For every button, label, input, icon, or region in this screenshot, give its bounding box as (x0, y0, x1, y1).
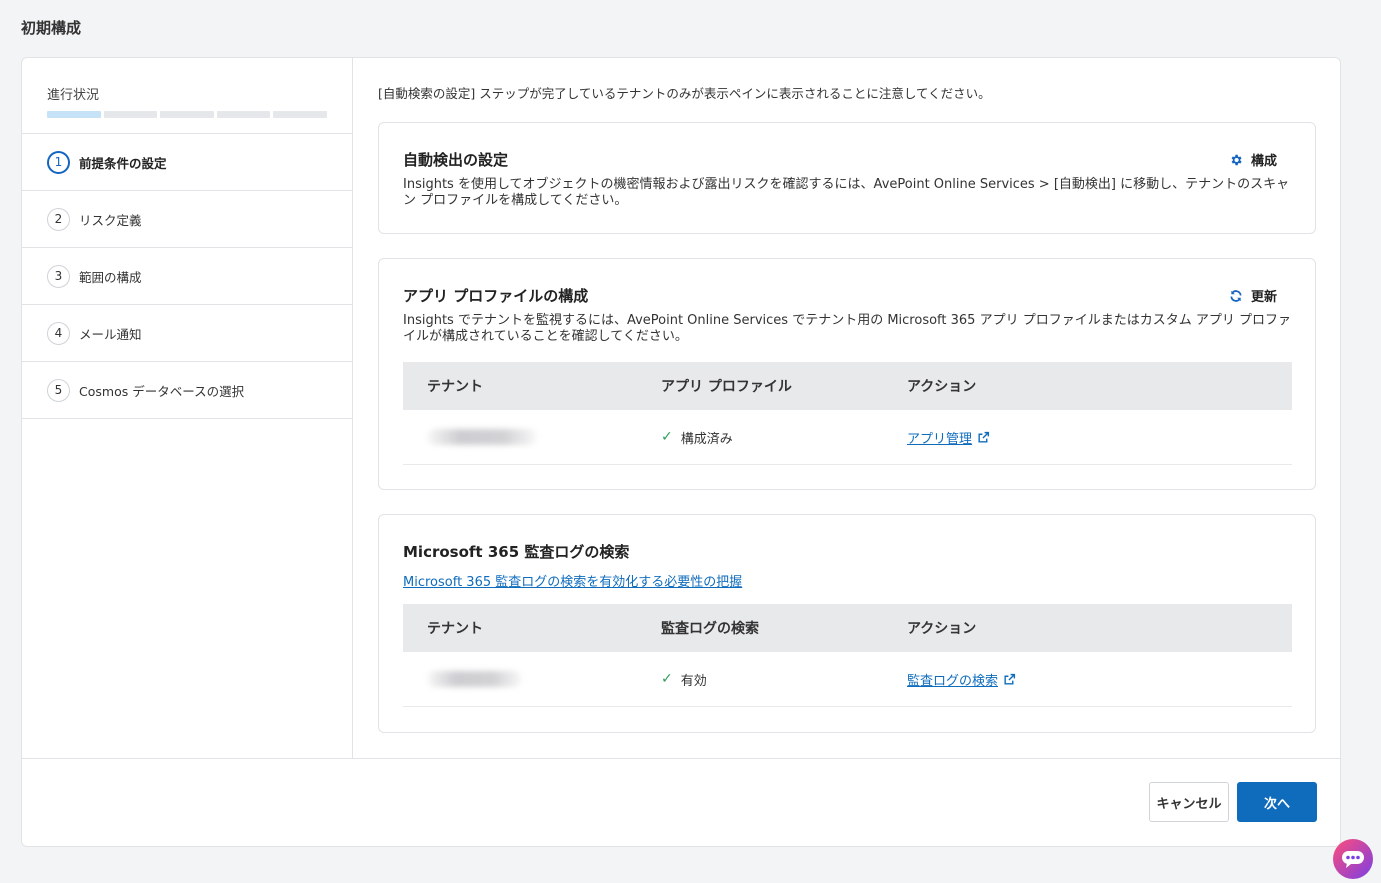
cancel-button[interactable]: キャンセル (1149, 782, 1229, 822)
step-label: Cosmos データベースの選択 (79, 383, 245, 399)
refresh-button[interactable]: 更新 (1229, 286, 1277, 305)
col-tenant: テナント (427, 621, 483, 637)
step-risk-definition[interactable]: 2 リスク定義 (22, 191, 352, 248)
steps-sidebar: 進行状況 1 前提条件の設定 2 リスク定義 3 範囲の構成 4 メール通知 5… (22, 58, 353, 758)
step-number: 1 (47, 150, 70, 174)
checkmark-icon: ✓ (661, 429, 673, 445)
page-title: 初期構成 (21, 19, 82, 37)
audit-log-section: Microsoft 365 監査ログの検索 Microsoft 365 監査ログ… (378, 514, 1316, 733)
app-manage-link[interactable]: アプリ管理 (907, 428, 990, 447)
step-number: 4 (47, 321, 70, 345)
progress-segment (103, 111, 158, 118)
progress-segment (47, 111, 101, 118)
footer-divider (22, 758, 1340, 759)
progress-bar (47, 111, 327, 118)
status-cell: ✓ 有効 (661, 670, 707, 689)
status-text: 構成済み (680, 431, 733, 447)
audit-log-info-link[interactable]: Microsoft 365 監査ログの検索を有効化する必要性の把握 (403, 571, 742, 590)
status-cell: ✓ 構成済み (661, 428, 733, 447)
configure-button[interactable]: 構成 (1229, 150, 1277, 169)
status-text: 有効 (680, 673, 707, 689)
step-email-notification[interactable]: 4 メール通知 (22, 305, 352, 362)
step-label: メール通知 (79, 326, 142, 342)
step-prerequisites[interactable]: 1 前提条件の設定 (22, 134, 352, 191)
step-cosmos-db[interactable]: 5 Cosmos データベースの選択 (22, 362, 352, 419)
col-action: アクション (907, 621, 977, 637)
notice-text: [自動検索の設定] ステップが完了しているテナントのみが表示ペインに表示されるこ… (378, 86, 991, 101)
progress-segment (273, 111, 327, 118)
auto-detect-title: 自動検出の設定 (403, 151, 509, 169)
configure-label: 構成 (1250, 154, 1277, 169)
tenant-name-redacted (427, 429, 537, 445)
checkmark-icon: ✓ (661, 671, 673, 687)
gear-icon (1231, 154, 1242, 165)
audit-log-search-link[interactable]: 監査ログの検索 (907, 670, 1016, 689)
app-profile-description: Insights でテナントを監視するには、AvePoint Online Se… (403, 313, 1291, 344)
col-audit-log: 監査ログの検索 (661, 621, 759, 637)
auto-detect-description: Insights を使用してオブジェクトの機密情報および露出リスクを確認するには… (403, 177, 1290, 208)
progress-segment (160, 111, 214, 118)
col-tenant: テナント (427, 379, 483, 395)
refresh-icon (1230, 289, 1242, 302)
audit-log-search-label: 監査ログの検索 (907, 673, 999, 689)
step-label: 範囲の構成 (79, 269, 142, 285)
table-row: ✓ 構成済み アプリ管理 (403, 410, 1292, 465)
app-profile-section: アプリ プロファイルの構成 更新 Insights でテナントを監視するには、A… (378, 258, 1316, 490)
step-number: 2 (47, 207, 70, 231)
step-number: 3 (47, 264, 70, 288)
setup-card: 進行状況 1 前提条件の設定 2 リスク定義 3 範囲の構成 4 メール通知 5… (21, 57, 1341, 847)
external-link-icon (1004, 673, 1016, 685)
step-label: 前提条件の設定 (79, 155, 167, 171)
chat-icon (1342, 851, 1364, 868)
next-button[interactable]: 次へ (1237, 782, 1317, 822)
app-manage-label: アプリ管理 (907, 431, 973, 447)
audit-log-title: Microsoft 365 監査ログの検索 (403, 543, 630, 561)
auto-detect-section: 自動検出の設定 構成 Insights を使用してオブジェクトの機密情報および露… (378, 122, 1316, 234)
progress-section: 進行状況 (22, 58, 352, 134)
table-row: ✓ 有効 監査ログの検索 (403, 652, 1292, 707)
app-profile-title: アプリ プロファイルの構成 (403, 287, 589, 305)
progress-segment (216, 111, 271, 118)
step-number: 5 (47, 378, 70, 402)
col-action: アクション (907, 379, 977, 395)
step-label: リスク定義 (79, 212, 142, 228)
refresh-label: 更新 (1250, 290, 1277, 305)
audit-log-table-header: テナント 監査ログの検索 アクション (403, 604, 1292, 652)
tenant-name-redacted (427, 671, 522, 687)
chat-assistant-button[interactable] (1333, 839, 1373, 879)
step-scope-config[interactable]: 3 範囲の構成 (22, 248, 352, 305)
progress-label: 進行状況 (47, 88, 100, 103)
app-profile-table-header: テナント アプリ プロファイル アクション (403, 362, 1292, 410)
external-link-icon (978, 431, 990, 443)
col-app-profile: アプリ プロファイル (661, 379, 792, 395)
